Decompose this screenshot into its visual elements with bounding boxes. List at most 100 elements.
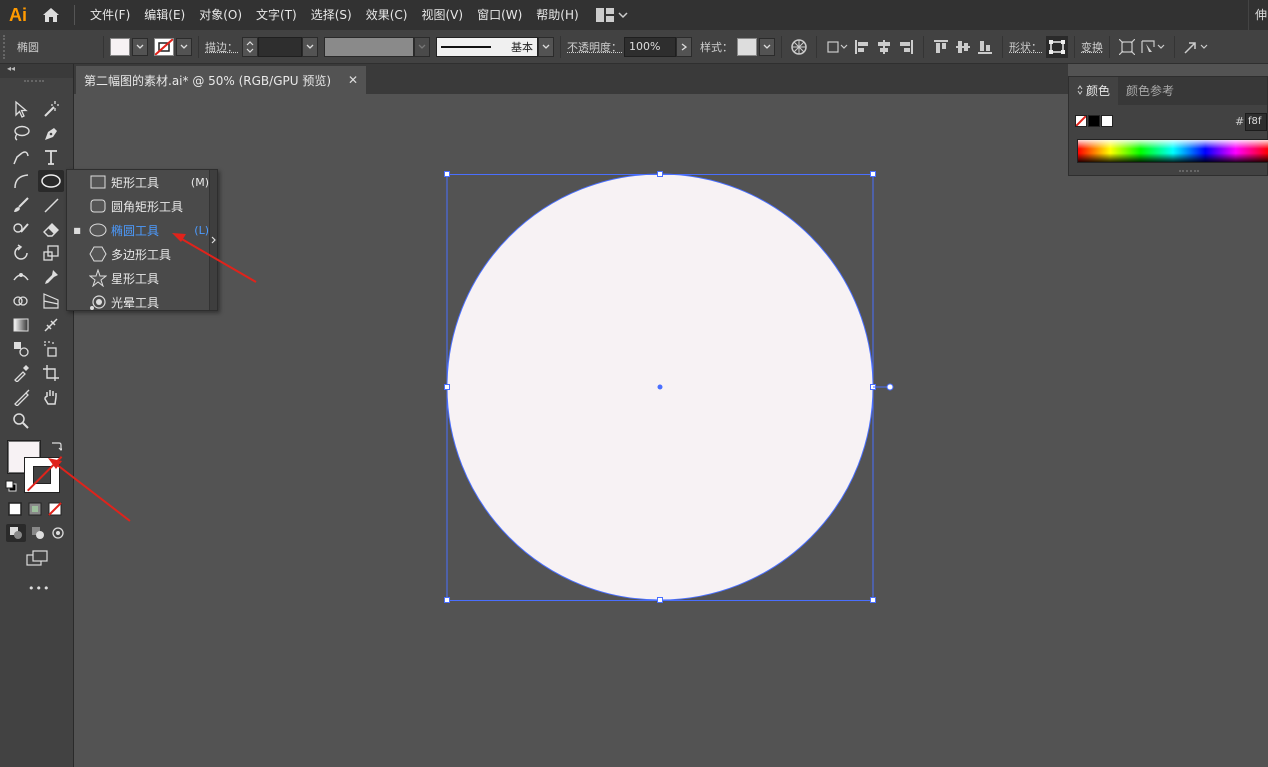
canvas[interactable] xyxy=(74,94,1268,767)
opacity-flyout-button[interactable] xyxy=(676,37,692,57)
brush-dropdown[interactable] xyxy=(538,37,554,57)
recolor-artwork-icon[interactable] xyxy=(788,36,810,58)
shape-properties-icon[interactable] xyxy=(1046,36,1068,58)
brush-definition[interactable]: 基本 xyxy=(436,37,538,57)
opacity-label[interactable]: 不透明度： xyxy=(567,39,622,55)
collapse-icon[interactable]: ◂◂ xyxy=(7,64,15,73)
align-left-icon[interactable] xyxy=(851,36,873,58)
menu-edit[interactable]: 编辑(E) xyxy=(137,0,192,30)
variable-width-profile[interactable] xyxy=(324,37,414,57)
menu-view[interactable]: 视图(V) xyxy=(414,0,470,30)
shaper-tool-icon[interactable] xyxy=(8,218,34,240)
symbol-sprayer-icon[interactable] xyxy=(38,338,64,360)
home-icon[interactable] xyxy=(36,0,66,30)
rotate-tool-icon[interactable] xyxy=(8,242,34,264)
workspace-switcher[interactable] xyxy=(596,8,628,22)
none-swatch[interactable] xyxy=(1075,115,1087,127)
default-fill-stroke-icon[interactable] xyxy=(5,480,17,495)
menu-file[interactable]: 文件(F) xyxy=(83,0,137,30)
align-center-icon[interactable] xyxy=(873,36,895,58)
select-similar-icon[interactable] xyxy=(1138,36,1168,58)
hex-input[interactable]: f8f xyxy=(1245,113,1267,131)
gradient-mode-icon[interactable] xyxy=(28,502,42,519)
eraser-icon[interactable] xyxy=(38,218,64,240)
tearoff-strip[interactable] xyxy=(209,170,217,310)
stroke-dropdown-button[interactable] xyxy=(176,38,192,56)
puppet-warp-icon[interactable] xyxy=(1181,36,1211,58)
swap-fill-stroke-icon[interactable] xyxy=(50,440,62,455)
graphic-style-dropdown[interactable] xyxy=(759,38,775,56)
flyout-item-rectangle[interactable]: 矩形工具 (M) xyxy=(67,170,209,194)
flyout-item-star[interactable]: 星形工具 xyxy=(67,266,209,290)
zoom-tool-icon[interactable] xyxy=(8,410,34,432)
paintbrush-icon[interactable] xyxy=(8,194,34,216)
screen-mode-icon[interactable] xyxy=(26,550,48,569)
draw-inside-icon[interactable] xyxy=(48,524,68,542)
type-tool-icon[interactable] xyxy=(38,146,64,168)
isolate-icon[interactable] xyxy=(1116,36,1138,58)
menu-select[interactable]: 选择(S) xyxy=(304,0,359,30)
magic-wand-icon[interactable] xyxy=(38,98,64,120)
transform-label[interactable]: 变换 xyxy=(1081,39,1103,55)
more-tools-button[interactable]: ••• xyxy=(28,582,50,595)
align-middle-icon[interactable] xyxy=(952,36,974,58)
puppet-warp-tool-icon[interactable] xyxy=(38,266,64,288)
black-swatch[interactable] xyxy=(1088,115,1100,127)
slice-tool-icon[interactable] xyxy=(8,386,34,408)
ellipse-tool-icon[interactable] xyxy=(38,170,64,192)
line-segment-icon[interactable] xyxy=(38,194,64,216)
width-tool-icon[interactable] xyxy=(8,266,34,288)
align-top-icon[interactable] xyxy=(930,36,952,58)
draw-behind-icon[interactable] xyxy=(28,524,48,542)
white-swatch[interactable] xyxy=(1101,115,1113,127)
flyout-item-flare[interactable]: 光晕工具 xyxy=(67,290,209,314)
align-right-icon[interactable] xyxy=(895,36,917,58)
opacity-input[interactable]: 100% xyxy=(624,37,676,57)
curvature-tool-icon[interactable] xyxy=(8,146,34,168)
menu-window[interactable]: 窗口(W) xyxy=(470,0,529,30)
graphic-style-swatch[interactable] xyxy=(737,38,757,56)
stroke-color-box[interactable] xyxy=(24,457,60,493)
flyout-item-rounded-rectangle[interactable]: 圆角矩形工具 xyxy=(67,194,209,218)
align-bottom-icon[interactable] xyxy=(974,36,996,58)
color-spectrum[interactable] xyxy=(1077,139,1268,163)
stroke-swatch[interactable] xyxy=(154,38,174,56)
menu-type[interactable]: 文字(T) xyxy=(249,0,304,30)
control-bar-grip[interactable] xyxy=(3,35,9,59)
stroke-weight-dropdown[interactable] xyxy=(302,37,318,57)
pie-widget-handle[interactable] xyxy=(887,384,893,390)
eyedropper-icon[interactable] xyxy=(8,362,34,384)
toolbox-grip[interactable] xyxy=(24,80,44,83)
tab-color[interactable]: 颜色 xyxy=(1069,77,1118,105)
stroke-weight-stepper[interactable] xyxy=(242,37,258,57)
gradient-tool-icon[interactable] xyxy=(8,314,34,336)
align-to-icon[interactable] xyxy=(823,36,851,58)
shape-label[interactable]: 形状： xyxy=(1009,39,1042,55)
panel-resize-grip[interactable] xyxy=(1179,170,1199,173)
scale-tool-icon[interactable] xyxy=(38,242,64,264)
artboard-tool-icon[interactable] xyxy=(38,362,64,384)
arc-tool-icon[interactable] xyxy=(8,170,34,192)
tab-color-guide[interactable]: 颜色参考 xyxy=(1118,77,1182,105)
color-mode-icon[interactable] xyxy=(8,502,22,519)
flyout-item-ellipse[interactable]: ■ 椭圆工具 (L) xyxy=(67,218,209,242)
variable-width-dropdown[interactable] xyxy=(414,37,430,57)
fill-swatch[interactable] xyxy=(110,38,130,56)
none-mode-icon[interactable] xyxy=(48,502,62,519)
draw-normal-icon[interactable] xyxy=(6,524,26,542)
selection-tool-icon[interactable] xyxy=(8,98,34,120)
blend-tool-icon[interactable] xyxy=(8,338,34,360)
mesh-tool-icon[interactable] xyxy=(38,314,64,336)
menu-object[interactable]: 对象(O) xyxy=(192,0,249,30)
menu-help[interactable]: 帮助(H) xyxy=(529,0,585,30)
menu-effect[interactable]: 效果(C) xyxy=(359,0,415,30)
stroke-label[interactable]: 描边： xyxy=(205,39,238,55)
pen-tool-icon[interactable] xyxy=(38,122,64,144)
lasso-icon[interactable] xyxy=(8,122,34,144)
flyout-item-polygon[interactable]: 多边形工具 xyxy=(67,242,209,266)
fill-dropdown-button[interactable] xyxy=(132,38,148,56)
shape-builder-icon[interactable] xyxy=(8,290,34,312)
close-tab-icon[interactable]: ✕ xyxy=(348,73,358,87)
hand-tool-icon[interactable] xyxy=(38,386,64,408)
toolbox-header[interactable]: ◂◂ xyxy=(0,64,73,78)
